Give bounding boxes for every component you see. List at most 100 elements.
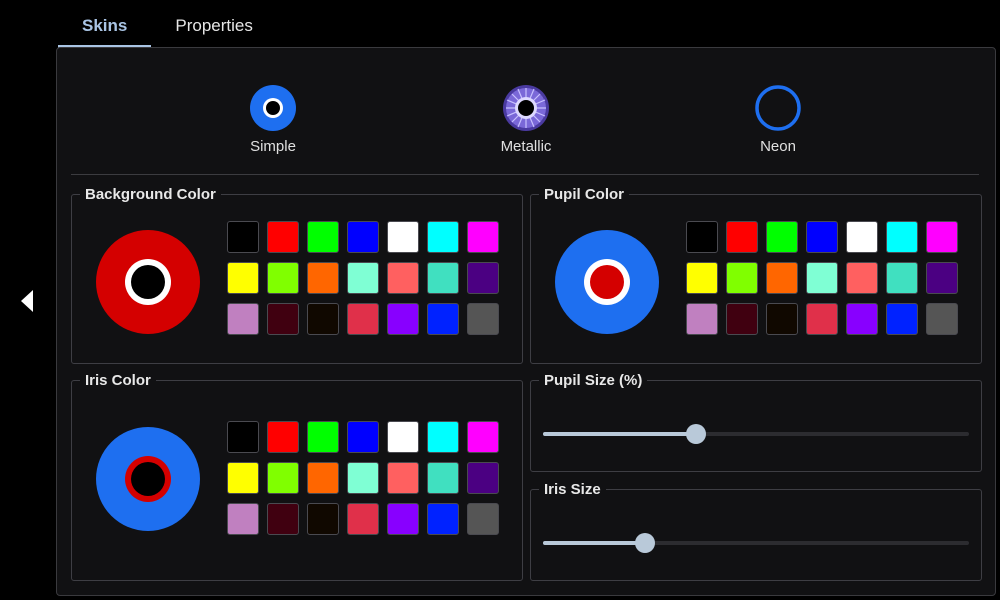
tab-skins[interactable]: Skins	[58, 0, 152, 48]
iris-color-swatch[interactable]	[467, 421, 499, 453]
iris-color-swatch[interactable]	[427, 421, 459, 453]
iris-color-swatch[interactable]	[387, 503, 419, 535]
background-color-swatch[interactable]	[227, 303, 259, 335]
iris-color-swatch[interactable]	[387, 421, 419, 453]
pupil-color-swatch[interactable]	[726, 303, 758, 335]
background-color-title: Background Color	[85, 186, 216, 203]
iris-size-slider-fill	[543, 541, 646, 545]
background-color-swatch[interactable]	[227, 221, 259, 253]
pupil-color-swatch[interactable]	[686, 262, 718, 294]
background-color-swatch[interactable]	[467, 303, 499, 335]
pupil-size-title: Pupil Size (%)	[544, 372, 643, 389]
background-color-swatch[interactable]	[307, 221, 339, 253]
iris-color-swatch[interactable]	[307, 503, 339, 535]
skin-selector: Simple Metallic Neon	[57, 48, 995, 174]
pupil-size-slider-fill	[543, 432, 697, 436]
background-color-swatch[interactable]	[427, 303, 459, 335]
iris-color-swatch[interactable]	[227, 462, 259, 494]
back-arrow-icon[interactable]	[20, 290, 34, 312]
iris-color-swatch[interactable]	[467, 503, 499, 535]
pupil-color-swatch[interactable]	[806, 221, 838, 253]
iris-color-title: Iris Color	[85, 372, 151, 389]
pupil-color-swatch[interactable]	[766, 262, 798, 294]
pupil-color-swatch[interactable]	[686, 221, 718, 253]
background-color-swatch[interactable]	[227, 262, 259, 294]
iris-color-swatch[interactable]	[347, 421, 379, 453]
background-color-palette	[227, 221, 499, 335]
pupil-color-swatch[interactable]	[726, 221, 758, 253]
background-color-swatch[interactable]	[347, 303, 379, 335]
pupil-size-slider[interactable]	[543, 424, 969, 444]
pupil-color-swatch[interactable]	[846, 262, 878, 294]
iris-color-swatch[interactable]	[307, 421, 339, 453]
pupil-color-swatch[interactable]	[886, 221, 918, 253]
background-color-swatch[interactable]	[307, 262, 339, 294]
pupil-color-swatch[interactable]	[926, 262, 958, 294]
skin-option-simple[interactable]: Simple	[203, 84, 343, 155]
background-color-swatch[interactable]	[267, 303, 299, 335]
iris-color-swatch[interactable]	[227, 421, 259, 453]
pupil-color-swatch[interactable]	[926, 303, 958, 335]
iris-size-title: Iris Size	[544, 481, 601, 498]
pupil-color-title: Pupil Color	[544, 186, 624, 203]
pupil-color-swatch[interactable]	[926, 221, 958, 253]
iris-color-preview	[96, 427, 200, 531]
background-color-section: Background Color	[71, 186, 523, 364]
background-color-swatch[interactable]	[267, 221, 299, 253]
pupil-color-swatch[interactable]	[766, 221, 798, 253]
iris-color-swatch[interactable]	[387, 462, 419, 494]
pupil-color-swatch[interactable]	[726, 262, 758, 294]
skins-panel: Simple Metallic Neon Background Color Pu…	[56, 47, 996, 596]
iris-color-swatch[interactable]	[227, 503, 259, 535]
iris-color-swatch[interactable]	[427, 462, 459, 494]
tab-properties[interactable]: Properties	[151, 0, 276, 46]
iris-color-swatch[interactable]	[467, 462, 499, 494]
skin-option-metallic[interactable]: Metallic	[456, 84, 596, 155]
pupil-color-swatch[interactable]	[766, 303, 798, 335]
iris-size-slider[interactable]	[543, 533, 969, 553]
background-color-swatch[interactable]	[347, 221, 379, 253]
background-color-swatch[interactable]	[387, 221, 419, 253]
iris-color-swatch[interactable]	[347, 462, 379, 494]
background-color-swatch[interactable]	[307, 303, 339, 335]
tab-bar: Skins Properties	[58, 0, 277, 48]
pupil-color-swatch[interactable]	[846, 303, 878, 335]
iris-color-swatch[interactable]	[267, 503, 299, 535]
background-color-swatch[interactable]	[467, 262, 499, 294]
metallic-eye-icon	[503, 85, 549, 131]
simple-eye-icon	[250, 85, 296, 131]
pupil-color-preview	[555, 230, 659, 334]
pupil-color-swatch[interactable]	[886, 303, 918, 335]
iris-color-section: Iris Color	[71, 372, 523, 581]
neon-ring-icon	[755, 85, 801, 131]
background-color-preview	[96, 230, 200, 334]
pupil-color-swatch[interactable]	[846, 221, 878, 253]
pupil-color-swatch[interactable]	[806, 303, 838, 335]
pupil-color-swatch[interactable]	[686, 303, 718, 335]
background-color-swatch[interactable]	[427, 262, 459, 294]
skin-option-neon[interactable]: Neon	[708, 84, 848, 155]
iris-size-section: Iris Size	[530, 481, 982, 581]
pupil-color-palette	[686, 221, 958, 335]
iris-color-swatch[interactable]	[267, 421, 299, 453]
background-color-swatch[interactable]	[467, 221, 499, 253]
background-color-swatch[interactable]	[267, 262, 299, 294]
background-color-swatch[interactable]	[427, 221, 459, 253]
skin-label-neon: Neon	[760, 138, 796, 155]
skin-label-metallic: Metallic	[500, 138, 552, 155]
background-color-swatch[interactable]	[387, 262, 419, 294]
pupil-color-section: Pupil Color	[530, 186, 982, 364]
iris-color-swatch[interactable]	[427, 503, 459, 535]
iris-color-swatch[interactable]	[267, 462, 299, 494]
iris-color-swatch[interactable]	[307, 462, 339, 494]
background-color-swatch[interactable]	[387, 303, 419, 335]
pupil-color-swatch[interactable]	[886, 262, 918, 294]
pupil-color-swatch[interactable]	[806, 262, 838, 294]
skin-label-simple: Simple	[250, 138, 296, 155]
background-color-swatch[interactable]	[347, 262, 379, 294]
iris-size-slider-thumb[interactable]	[635, 533, 656, 553]
skins-divider	[71, 174, 979, 175]
pupil-size-section: Pupil Size (%)	[530, 372, 982, 472]
iris-color-swatch[interactable]	[347, 503, 379, 535]
pupil-size-slider-thumb[interactable]	[686, 424, 707, 444]
